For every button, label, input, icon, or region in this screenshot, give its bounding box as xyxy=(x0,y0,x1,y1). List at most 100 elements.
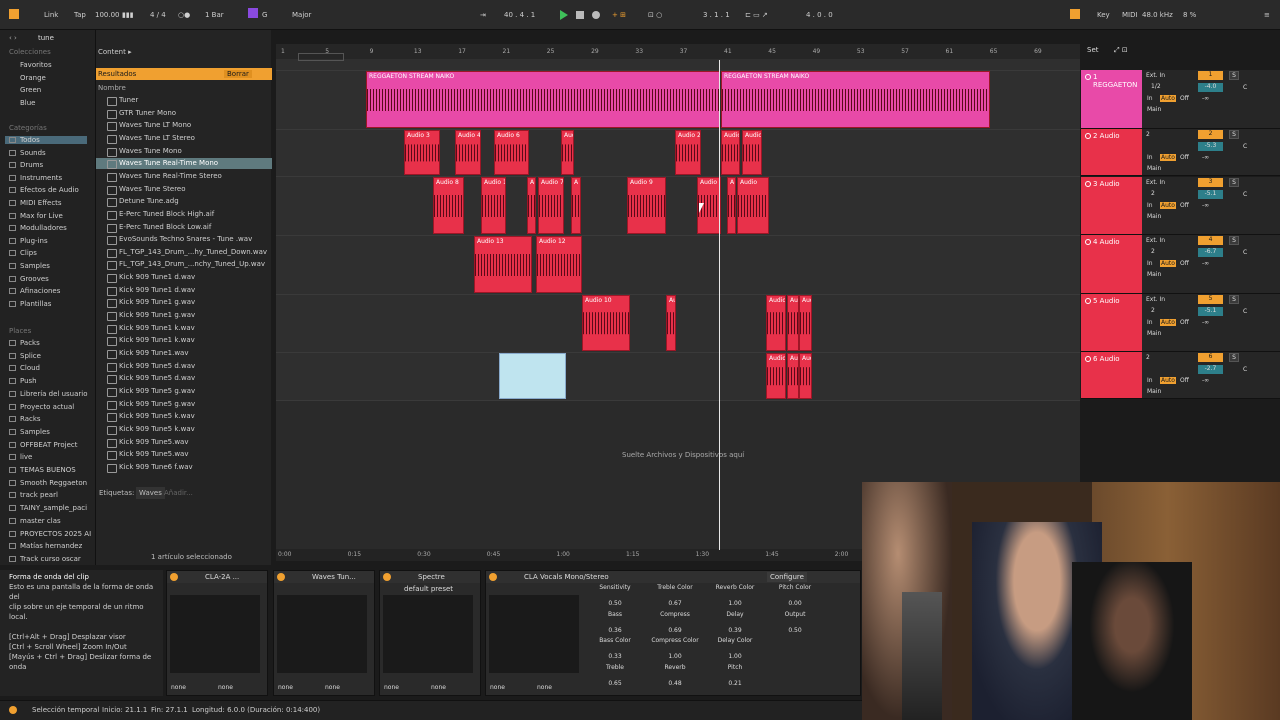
place-item[interactable]: Track curso oscar xyxy=(9,555,81,563)
place-item[interactable]: live xyxy=(9,453,32,461)
device-title[interactable]: CLA-2A ... xyxy=(167,571,267,583)
arm-button[interactable] xyxy=(1085,133,1091,139)
monitor-auto[interactable]: Auto xyxy=(1160,377,1176,384)
device-title[interactable]: Spectre xyxy=(380,571,480,583)
browser-item[interactable]: Waves Tune LT Mono xyxy=(106,121,191,132)
browser-item[interactable]: Kick 909 Tune5 d.wav xyxy=(106,374,195,385)
collection-orange[interactable]: Orange xyxy=(9,74,46,82)
place-item[interactable]: OFFBEAT Project xyxy=(9,441,77,449)
volume-field[interactable]: -6.7 xyxy=(1198,248,1223,257)
solo-button[interactable]: S xyxy=(1229,353,1239,362)
stop-button[interactable] xyxy=(576,11,584,19)
pan-field[interactable]: C xyxy=(1243,143,1247,150)
place-item[interactable]: track pearl xyxy=(9,491,58,499)
volume-field[interactable]: -2.7 xyxy=(1198,365,1223,374)
pan-field[interactable]: C xyxy=(1243,366,1247,373)
tag-chip[interactable]: Waves xyxy=(136,487,165,499)
solo-button[interactable]: S xyxy=(1229,71,1239,80)
place-item[interactable]: master clas xyxy=(9,517,61,525)
device-power-icon[interactable] xyxy=(489,573,497,581)
key-map-button[interactable]: Key xyxy=(1097,11,1110,19)
place-item[interactable]: TAINY_sample_paci xyxy=(9,504,87,512)
browser-item[interactable]: Waves Tune Stereo xyxy=(107,185,186,195)
device-input-select[interactable]: none xyxy=(490,684,505,691)
send-a[interactable]: -∞ xyxy=(1202,202,1209,209)
input-channel[interactable]: 2 xyxy=(1151,190,1155,197)
audio-clip[interactable]: Audio 10 xyxy=(582,295,630,351)
output-select[interactable]: Main xyxy=(1147,388,1161,395)
output-select[interactable]: Main xyxy=(1147,106,1161,113)
collection-favoritos[interactable]: Favoritos xyxy=(9,61,52,69)
browser-item[interactable]: Kick 909 Tune1 k.wav xyxy=(107,324,195,334)
browser-item[interactable]: Kick 909 Tune5 g.wav xyxy=(106,400,195,410)
track-header[interactable]: 3 Audio Ext. In 3 S 2 -5.1 C In Auto Off -∞ Main xyxy=(1081,177,1280,235)
arm-button[interactable] xyxy=(1085,356,1091,362)
audio-clip[interactable]: Audio 1 xyxy=(481,177,506,234)
set-label[interactable]: Set xyxy=(1087,46,1099,54)
audio-clip[interactable]: REGGAETON STREAM NAIKO xyxy=(721,71,990,128)
input-channel[interactable]: 2 xyxy=(1151,248,1155,255)
param-value[interactable]: 0.48 xyxy=(645,680,705,687)
category-item[interactable]: MIDI Effects xyxy=(9,199,62,207)
place-item[interactable]: Racks xyxy=(9,415,41,423)
follow-icon[interactable]: ⇥ xyxy=(480,11,486,19)
menu-icon[interactable]: ≡ xyxy=(1264,11,1270,19)
browser-item[interactable]: Kick 909 Tune1 d.wav xyxy=(106,273,195,284)
monitor-off[interactable]: Off xyxy=(1180,95,1189,102)
volume-field[interactable]: -5.1 xyxy=(1198,307,1223,316)
audio-clip[interactable]: Audio xyxy=(766,353,786,399)
input-channel[interactable]: 2 xyxy=(1151,307,1155,314)
search-input[interactable]: tune xyxy=(38,34,54,42)
param-value[interactable]: 0.69 xyxy=(645,627,705,634)
audio-clip[interactable]: Audio xyxy=(799,295,812,351)
browser-item[interactable]: Detune Tune.adg xyxy=(107,197,179,208)
audio-clip[interactable]: Audio 6 xyxy=(494,130,529,175)
arm-button[interactable] xyxy=(1085,298,1091,304)
param-value[interactable]: 1.00 xyxy=(705,600,765,607)
browser-item[interactable]: FL_TGP_143_Drum_...hy_Tuned_Down.wav xyxy=(106,248,267,258)
category-item[interactable]: Afinaciones xyxy=(9,287,60,295)
device[interactable]: CLA-2A ... none none xyxy=(166,570,268,696)
category-item[interactable]: Drums xyxy=(9,161,43,169)
output-select[interactable]: Main xyxy=(1147,330,1161,337)
solo-button[interactable]: S xyxy=(1229,295,1239,304)
track-number-button[interactable]: 3 xyxy=(1198,178,1223,187)
browser-item[interactable]: Kick 909 Tune5 k.wav xyxy=(107,412,195,423)
device-power-icon[interactable] xyxy=(277,573,285,581)
browser-item[interactable]: Waves Tune Mono xyxy=(107,147,182,157)
category-item[interactable]: Sounds xyxy=(9,149,46,157)
param-value[interactable]: 0.50 xyxy=(585,600,645,607)
monitor-off[interactable]: Off xyxy=(1180,260,1189,267)
browser-item[interactable]: Kick 909 Tune1 g.wav xyxy=(106,311,195,322)
overdub-icon[interactable]: + ⊞ xyxy=(612,11,626,19)
send-a[interactable]: -∞ xyxy=(1202,95,1209,102)
audio-clip[interactable]: Audio 12 xyxy=(536,236,582,293)
device-output-select[interactable]: none xyxy=(218,684,233,691)
pan-field[interactable]: C xyxy=(1243,191,1247,198)
audio-clip[interactable]: Audio 2 xyxy=(675,130,701,175)
param-value[interactable]: 0.65 xyxy=(585,680,645,687)
add-tag[interactable]: Añadir... xyxy=(164,489,193,497)
song-position[interactable]: 40 . 4 . 1 xyxy=(504,11,535,19)
device-power-icon[interactable] xyxy=(170,573,178,581)
category-item[interactable]: Modulladores xyxy=(9,224,67,232)
place-item[interactable]: Matías hernandez xyxy=(9,542,82,550)
time-signature[interactable]: 4 / 4 xyxy=(150,11,166,19)
place-item[interactable]: Cloud xyxy=(9,364,40,372)
browser-toggle-icon[interactable] xyxy=(9,9,19,19)
configure-button[interactable]: Configure xyxy=(767,572,807,582)
input-type[interactable]: Ext. In xyxy=(1146,179,1165,186)
browser-item[interactable]: Kick 909 Tune1 d.wav xyxy=(106,286,195,296)
category-item[interactable]: Todos xyxy=(5,136,87,144)
scale-select[interactable]: Major xyxy=(292,11,311,19)
browser-item[interactable]: Kick 909 Tune1 k.wav xyxy=(107,336,195,347)
device-power-icon[interactable] xyxy=(383,573,391,581)
audio-clip[interactable]: Audio xyxy=(766,295,786,351)
input-type[interactable]: Ext. In xyxy=(1146,72,1165,79)
place-item[interactable]: Proyecto actual xyxy=(9,403,74,411)
browser-item[interactable]: E-Perc Tuned Block High.aif xyxy=(106,210,214,220)
content-label[interactable]: Content ▸ xyxy=(98,48,132,56)
arm-button[interactable] xyxy=(1085,239,1091,245)
output-select[interactable]: Main xyxy=(1147,165,1161,172)
category-item[interactable]: Max for Live xyxy=(9,212,63,220)
